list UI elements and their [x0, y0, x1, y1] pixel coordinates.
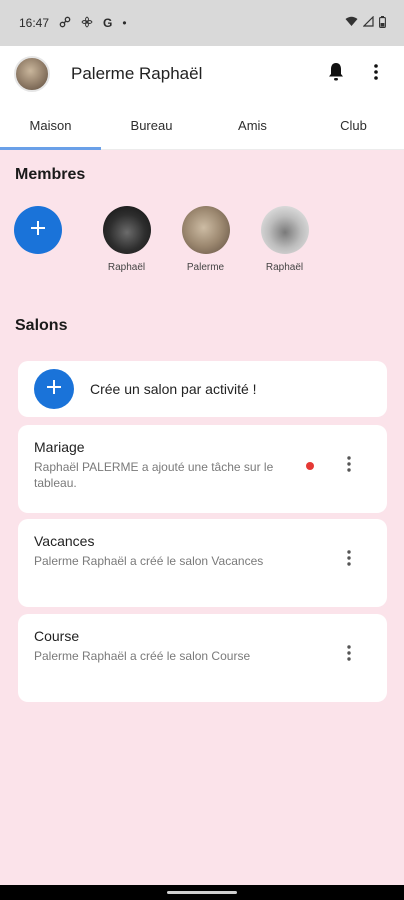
salon-name: Mariage	[34, 439, 85, 455]
tab-amis[interactable]: Amis	[202, 102, 303, 149]
salons-heading: Salons	[15, 317, 68, 334]
plus-icon	[30, 220, 46, 241]
avatar	[260, 206, 309, 254]
more-vert-icon	[347, 549, 351, 571]
more-vert-icon	[374, 63, 378, 85]
app-title: Palerme Raphaël	[71, 64, 203, 83]
tab-maison[interactable]: Maison	[0, 102, 101, 150]
salon-card[interactable]: Mariage Raphaël PALERME a ajouté une tâc…	[18, 425, 387, 513]
tab-label: Bureau	[130, 118, 173, 133]
home-gesture-handle[interactable]	[167, 891, 237, 894]
bell-icon	[327, 62, 345, 87]
salon-more-button[interactable]	[339, 549, 359, 571]
status-right	[345, 15, 386, 31]
dot-icon: •	[122, 16, 127, 30]
plus-icon	[46, 379, 62, 400]
create-salon-button[interactable]	[34, 369, 74, 409]
member-name: Raphaël	[265, 262, 304, 273]
signal-icon	[362, 15, 374, 30]
link-icon	[59, 16, 71, 31]
more-vert-icon	[347, 644, 351, 666]
salon-more-button[interactable]	[339, 455, 359, 477]
salon-name: Course	[34, 628, 80, 644]
create-salon-label: Crée un salon par activité !	[90, 381, 257, 397]
status-time: 16:47	[19, 16, 50, 30]
salon-description: Palerme Raphaël a créé le salon Course	[34, 649, 251, 663]
member-item[interactable]: Raphaël	[245, 206, 324, 273]
tab-bureau[interactable]: Bureau	[101, 102, 202, 149]
member-name: Raphaël	[107, 262, 146, 273]
member-item[interactable]: Palerme	[166, 206, 245, 273]
google-icon: G	[103, 16, 113, 30]
status-left: 16:47 G •	[19, 15, 127, 31]
members-heading: Membres	[15, 166, 86, 183]
unread-dot	[306, 462, 314, 470]
salon-name: Vacances	[34, 533, 95, 549]
add-member-button[interactable]	[14, 206, 62, 254]
avatar	[181, 206, 230, 254]
wifi-icon	[345, 16, 358, 30]
tab-label: Amis	[238, 118, 267, 133]
salon-more-button[interactable]	[339, 644, 359, 666]
members-row: Raphaël Palerme Raphaël	[0, 206, 404, 273]
tab-label: Club	[340, 118, 367, 133]
status-bar: 16:47 G •	[0, 0, 404, 46]
member-name: Palerme	[186, 262, 225, 273]
member-item[interactable]: Raphaël	[87, 206, 166, 273]
more-options-button[interactable]	[362, 60, 390, 88]
salon-description: Palerme Raphaël a créé le salon Vacances	[34, 554, 264, 568]
salon-card[interactable]: Vacances Palerme Raphaël a créé le salon…	[18, 519, 387, 607]
tab-label: Maison	[29, 118, 72, 133]
avatar	[102, 206, 151, 254]
salon-card[interactable]: Course Palerme Raphaël a créé le salon C…	[18, 614, 387, 702]
salon-description: Raphaël PALERME a ajouté une tâche sur l…	[34, 460, 274, 490]
add-member[interactable]	[14, 206, 62, 273]
tab-bar: Maison Bureau Amis Club	[0, 102, 404, 150]
tab-club[interactable]: Club	[303, 102, 404, 149]
notifications-button[interactable]	[322, 60, 350, 88]
profile-avatar[interactable]	[14, 56, 50, 92]
fan-icon	[81, 15, 93, 31]
app-bar: Palerme Raphaël	[0, 46, 404, 102]
battery-icon	[379, 15, 386, 31]
create-salon-card[interactable]: Crée un salon par activité !	[18, 361, 387, 417]
more-vert-icon	[347, 455, 351, 477]
system-navigation-bar	[0, 885, 404, 900]
